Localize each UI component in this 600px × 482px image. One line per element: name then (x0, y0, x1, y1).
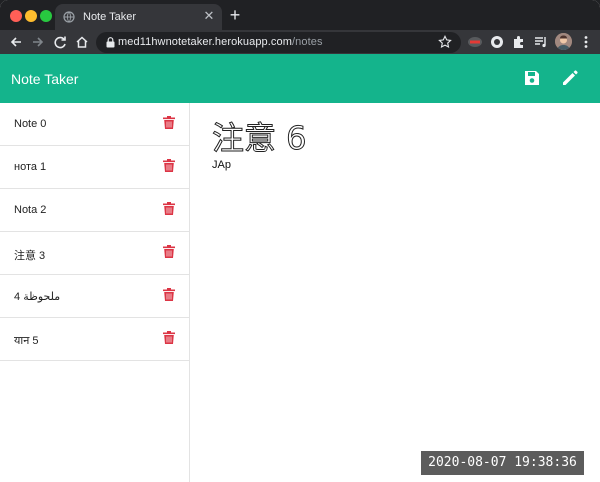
trash-icon[interactable] (163, 159, 175, 172)
app-title[interactable]: Note Taker (11, 71, 78, 87)
note-title-label[interactable]: यान 5 (14, 333, 39, 348)
browser-menu-icon[interactable] (581, 34, 591, 50)
globe-icon (63, 11, 75, 23)
url-host: med11hwnotetaker.herokuapp.com (118, 36, 293, 48)
maximize-window-button[interactable] (40, 10, 52, 22)
avatar-icon (555, 33, 572, 50)
note-list-item[interactable]: 4 ملحوظة (0, 275, 189, 318)
trash-icon[interactable] (163, 288, 175, 301)
trash-icon[interactable] (163, 116, 175, 129)
note-title-label[interactable]: нота 1 (14, 161, 46, 173)
note-list-item[interactable]: Note 0 (0, 103, 189, 146)
new-tab-icon[interactable]: + (227, 6, 243, 25)
timestamp-overlay: 2020-08-07 19:38:36 (421, 451, 584, 475)
address-bar[interactable]: med11hwnotetaker.herokuapp.com/notes (96, 32, 461, 53)
extension-cast-icon[interactable] (467, 34, 483, 50)
trash-icon[interactable] (163, 245, 175, 258)
note-title-label[interactable]: Nota 2 (14, 204, 46, 216)
bookmark-star-icon[interactable] (438, 35, 452, 49)
browser-toolbar: med11hwnotetaker.herokuapp.com/notes (0, 30, 600, 54)
home-icon[interactable] (74, 34, 90, 50)
note-title-label[interactable]: 4 ملحوظة (14, 290, 60, 303)
url-path: /notes (292, 36, 323, 48)
extensions-puzzle-icon[interactable] (511, 34, 527, 50)
tab-strip: Note Taker ✕ + (0, 0, 600, 30)
note-list-item[interactable]: यान 5 (0, 318, 189, 361)
url-text: med11hwnotetaker.herokuapp.com/notes (118, 36, 323, 48)
media-queue-icon[interactable] (533, 34, 549, 50)
trash-icon[interactable] (163, 331, 175, 344)
note-list-item[interactable]: 注意 3 (0, 232, 189, 275)
browser-tab[interactable]: Note Taker ✕ (55, 4, 222, 30)
save-icon[interactable] (522, 68, 542, 88)
browser-window: Note Taker ✕ + med11hwnotetaker.herokuap… (0, 0, 600, 482)
pencil-icon[interactable] (560, 68, 580, 88)
note-text-area[interactable]: JAp (212, 159, 231, 171)
note-title-label[interactable]: Note 0 (14, 118, 46, 130)
minimize-window-button[interactable] (25, 10, 37, 22)
lock-icon[interactable] (106, 37, 115, 48)
note-list-item[interactable]: Nota 2 (0, 189, 189, 232)
note-title-label[interactable]: 注意 3 (14, 247, 45, 263)
trash-icon[interactable] (163, 202, 175, 215)
reload-icon[interactable] (52, 34, 68, 50)
tab-close-icon[interactable]: ✕ (201, 8, 217, 24)
forward-arrow-icon[interactable] (30, 34, 46, 50)
note-list: Note 0 нота 1 Nota 2 注意 3 4 ملحوظة यान 5 (0, 103, 190, 482)
tab-title: Note Taker (83, 11, 136, 23)
note-list-item[interactable]: нота 1 (0, 146, 189, 189)
back-arrow-icon[interactable] (8, 34, 24, 50)
extension-circle-icon[interactable] (489, 34, 505, 50)
profile-avatar[interactable] (555, 33, 572, 50)
note-editor: 注意 6 JAp (190, 103, 600, 482)
note-title-input[interactable]: 注意 6 (212, 113, 308, 159)
app-header: Note Taker (0, 54, 600, 103)
close-window-button[interactable] (10, 10, 22, 22)
